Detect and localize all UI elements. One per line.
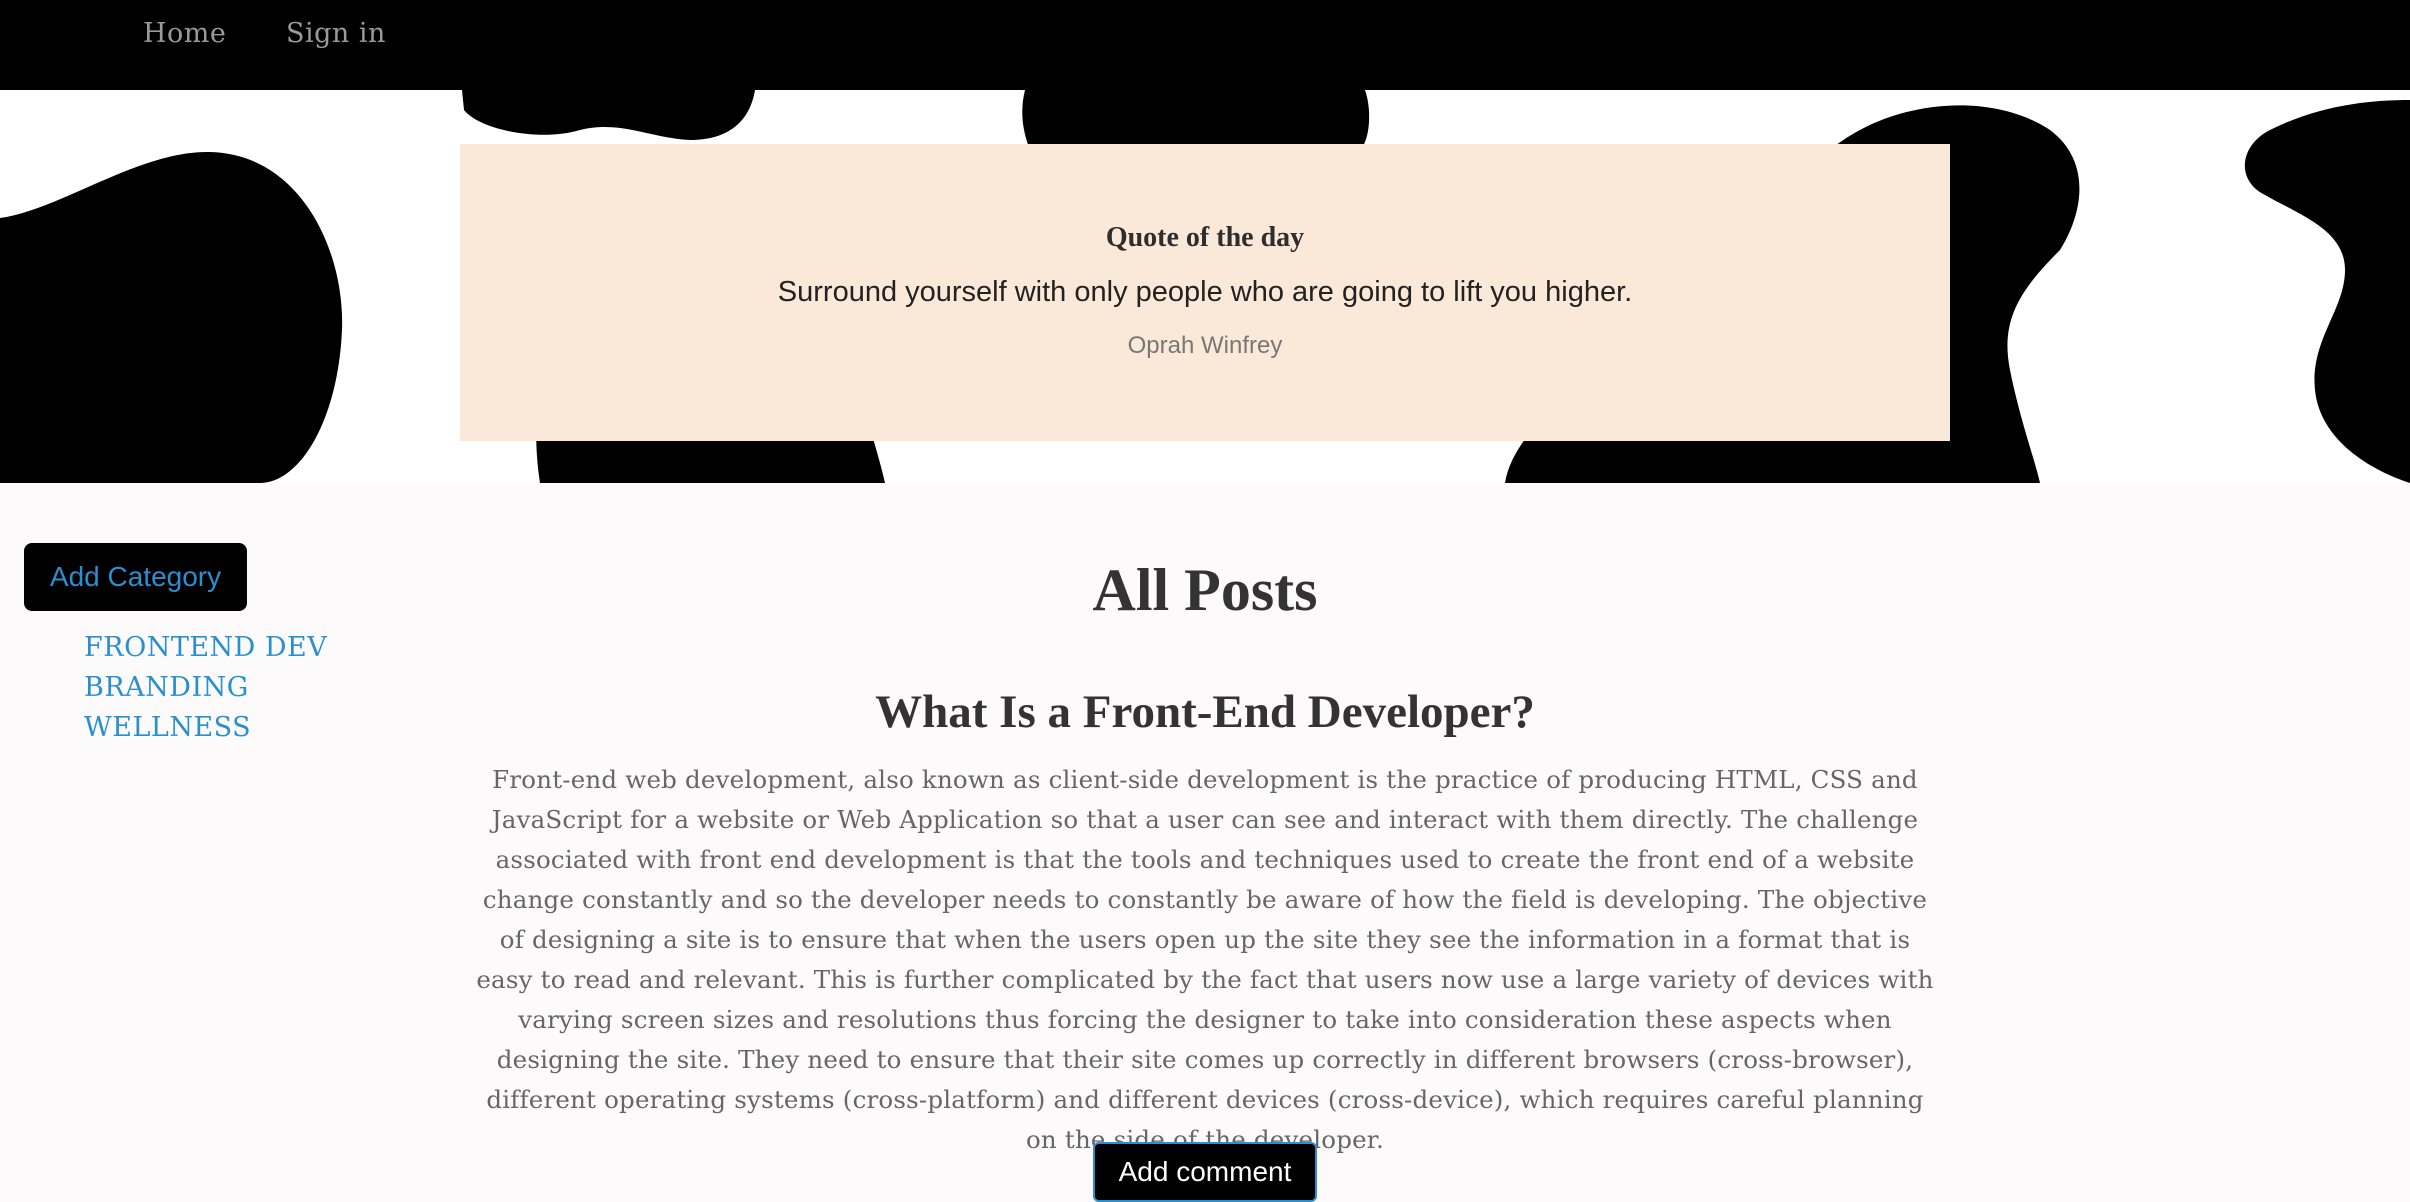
blob-top-middle (1022, 90, 1370, 150)
quote-text: Surround yourself with only people who a… (777, 276, 1633, 308)
blob-right (2244, 100, 2410, 483)
page-title: All Posts (1092, 557, 1318, 623)
quote-heading: Quote of the day (1105, 222, 1305, 253)
post-title: What Is a Front-End Developer? (875, 686, 1535, 738)
nav-home-link[interactable]: Home (143, 18, 226, 49)
blob-top-left (462, 90, 755, 140)
quote-card: Quote of the day Surround yourself with … (460, 144, 1950, 441)
nav-signin-link[interactable]: Sign in (286, 18, 386, 49)
post-body: Front-end web development, also known as… (476, 765, 1934, 1154)
hero-banner: Quote of the day Surround yourself with … (0, 90, 2410, 483)
add-comment-button[interactable]: Add comment (1093, 1142, 1317, 1202)
quote-author: Oprah Winfrey (1127, 332, 1283, 359)
category-item-frontend-dev[interactable]: FRONTEND DEV (84, 628, 327, 668)
blob-left (0, 151, 343, 483)
top-navbar: Home Sign in (0, 0, 2410, 90)
